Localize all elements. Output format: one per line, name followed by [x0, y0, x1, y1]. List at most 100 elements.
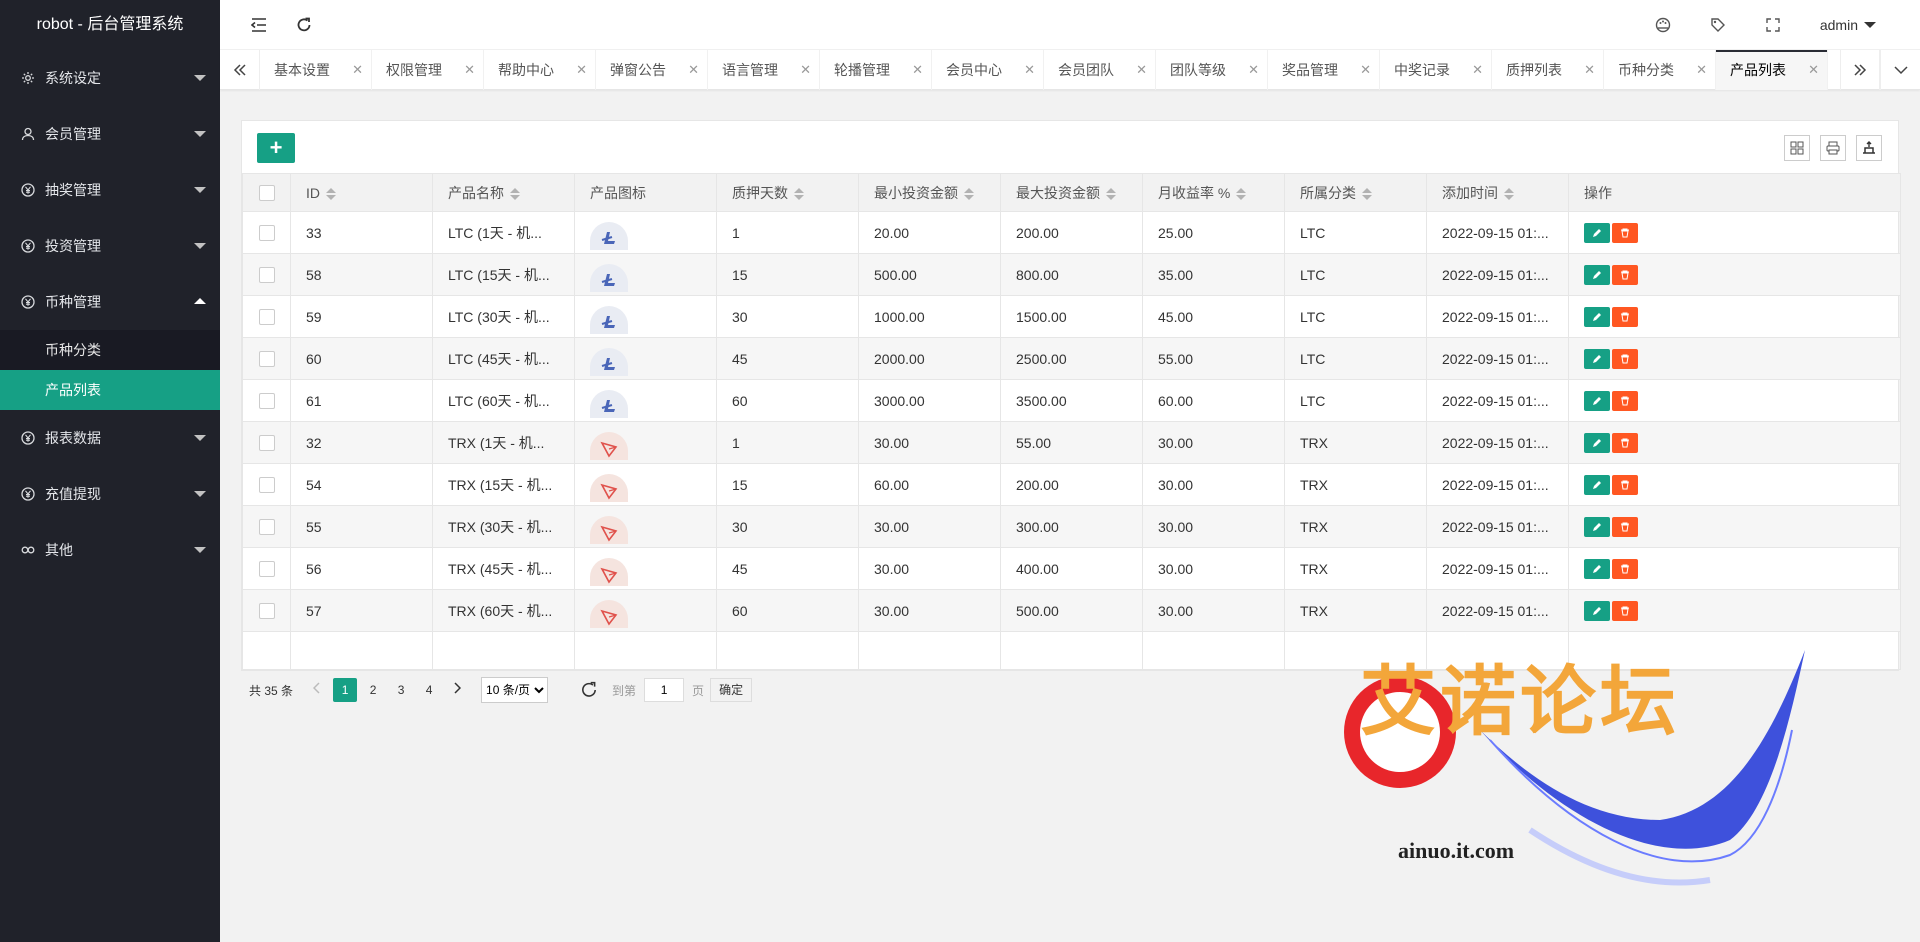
sidebar-item[interactable]: 报表数据: [0, 410, 220, 466]
tab-menu-dropdown-icon[interactable]: [1880, 50, 1920, 90]
edit-icon[interactable]: [1584, 222, 1610, 243]
goto-page-input[interactable]: [644, 678, 685, 702]
edit-icon[interactable]: [1584, 600, 1610, 621]
trash-icon[interactable]: [1612, 348, 1638, 369]
ltc-coin-icon[interactable]: [590, 348, 628, 376]
page-number[interactable]: 4: [417, 678, 441, 702]
trash-icon[interactable]: [1612, 516, 1638, 537]
column-header[interactable]: ID: [290, 173, 433, 212]
tag-icon[interactable]: [1706, 13, 1730, 37]
trx-coin-icon[interactable]: [590, 474, 628, 502]
close-icon[interactable]: ✕: [1136, 50, 1147, 90]
page-size-select[interactable]: 10 条/页: [481, 677, 549, 703]
row-checkbox[interactable]: [258, 267, 275, 284]
trx-coin-icon[interactable]: [590, 516, 628, 544]
sidebar-item[interactable]: 币种管理: [0, 274, 220, 330]
ltc-coin-icon[interactable]: [590, 390, 628, 418]
sort-icon[interactable]: [326, 187, 336, 200]
edit-icon[interactable]: [1584, 474, 1610, 495]
tab[interactable]: 帮助中心 ✕: [484, 50, 596, 90]
edit-icon[interactable]: [1584, 516, 1610, 537]
sort-icon[interactable]: [1106, 187, 1116, 200]
tab[interactable]: 产品列表 ✕: [1716, 50, 1828, 90]
trash-icon[interactable]: [1612, 264, 1638, 285]
sidebar-subitem[interactable]: 币种分类: [0, 330, 220, 370]
edit-icon[interactable]: [1584, 558, 1610, 579]
tab[interactable]: 会员团队 ✕: [1044, 50, 1156, 90]
close-icon[interactable]: ✕: [1024, 50, 1035, 90]
tab[interactable]: 中奖记录 ✕: [1380, 50, 1492, 90]
trx-coin-icon[interactable]: [590, 558, 628, 586]
row-checkbox[interactable]: [258, 519, 275, 536]
sort-icon[interactable]: [1504, 187, 1514, 200]
edit-icon[interactable]: [1584, 306, 1610, 327]
row-checkbox[interactable]: [258, 603, 275, 620]
sidebar-item[interactable]: 会员管理: [0, 106, 220, 162]
tab[interactable]: 币种分类 ✕: [1604, 50, 1716, 90]
page-number[interactable]: 2: [361, 678, 385, 702]
refresh-page-icon[interactable]: [580, 681, 598, 699]
column-header[interactable]: 产品名称: [432, 173, 575, 212]
page-number[interactable]: 3: [389, 678, 413, 702]
row-checkbox[interactable]: [258, 351, 275, 368]
fullscreen-icon[interactable]: [1761, 13, 1785, 37]
trash-icon[interactable]: [1612, 306, 1638, 327]
columns-filter-icon[interactable]: [1784, 135, 1810, 161]
sort-icon[interactable]: [510, 187, 520, 200]
close-icon[interactable]: ✕: [912, 50, 923, 90]
sort-icon[interactable]: [1362, 187, 1372, 200]
print-icon[interactable]: [1820, 135, 1846, 161]
ltc-coin-icon[interactable]: [590, 222, 628, 250]
sort-icon[interactable]: [794, 187, 804, 200]
tab[interactable]: 会员中心 ✕: [932, 50, 1044, 90]
prev-page-icon[interactable]: [305, 678, 329, 702]
theme-icon[interactable]: [1651, 13, 1675, 37]
trash-icon[interactable]: [1612, 558, 1638, 579]
sidebar-item[interactable]: 其他: [0, 522, 220, 578]
sidebar-item[interactable]: 投资管理: [0, 218, 220, 274]
column-header[interactable]: 质押天数: [716, 173, 859, 212]
select-all-checkbox[interactable]: [258, 185, 275, 202]
row-checkbox[interactable]: [258, 393, 275, 410]
column-header[interactable]: 最大投资金额: [1000, 173, 1143, 212]
edit-icon[interactable]: [1584, 348, 1610, 369]
trash-icon[interactable]: [1612, 222, 1638, 243]
close-icon[interactable]: ✕: [800, 50, 811, 90]
user-menu[interactable]: admin: [1820, 17, 1876, 33]
tab[interactable]: 弹窗公告 ✕: [596, 50, 708, 90]
menu-toggle-icon[interactable]: [247, 13, 271, 37]
row-checkbox[interactable]: [258, 477, 275, 494]
trash-icon[interactable]: [1612, 432, 1638, 453]
trx-coin-icon[interactable]: [590, 600, 628, 628]
close-icon[interactable]: ✕: [1584, 50, 1595, 90]
close-icon[interactable]: ✕: [1472, 50, 1483, 90]
row-checkbox[interactable]: [258, 561, 275, 578]
edit-icon[interactable]: [1584, 432, 1610, 453]
tab[interactable]: 奖品管理 ✕: [1268, 50, 1380, 90]
trash-icon[interactable]: [1612, 390, 1638, 411]
add-product-button[interactable]: +: [257, 133, 295, 163]
trx-coin-icon[interactable]: [590, 432, 628, 460]
ltc-coin-icon[interactable]: [590, 264, 628, 292]
tab[interactable]: 语言管理 ✕: [708, 50, 820, 90]
close-icon[interactable]: ✕: [688, 50, 699, 90]
sort-icon[interactable]: [1236, 187, 1247, 200]
tab[interactable]: 质押列表 ✕: [1492, 50, 1604, 90]
goto-confirm-button[interactable]: 确定: [710, 678, 753, 702]
page-number[interactable]: 1: [333, 678, 358, 702]
close-icon[interactable]: ✕: [1808, 50, 1819, 90]
column-header[interactable]: 添加时间: [1426, 173, 1569, 212]
column-header[interactable]: 月收益率 %: [1142, 173, 1285, 212]
close-icon[interactable]: ✕: [576, 50, 587, 90]
trash-icon[interactable]: [1612, 474, 1638, 495]
close-icon[interactable]: ✕: [1360, 50, 1371, 90]
export-icon[interactable]: [1856, 135, 1882, 161]
tab[interactable]: 团队等级 ✕: [1156, 50, 1268, 90]
tab-scroll-right-icon[interactable]: [1840, 50, 1880, 90]
refresh-icon[interactable]: [292, 13, 316, 37]
ltc-coin-icon[interactable]: [590, 306, 628, 334]
sort-icon[interactable]: [964, 187, 974, 200]
edit-icon[interactable]: [1584, 264, 1610, 285]
sidebar-item[interactable]: 充值提现: [0, 466, 220, 522]
column-header[interactable]: 最小投资金额: [858, 173, 1001, 212]
